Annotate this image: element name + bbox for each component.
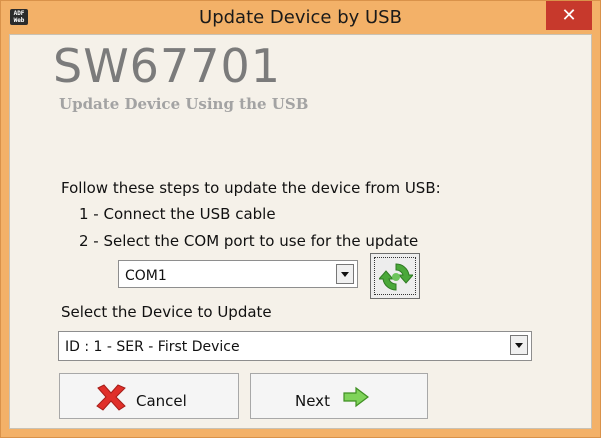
com-port-value: COM1 <box>125 268 167 284</box>
window-title: Update Device by USB <box>199 7 402 28</box>
next-button[interactable]: Next <box>250 373 428 419</box>
device-select-value: ID : 1 - SER - First Device <box>65 339 240 355</box>
device-select-label: Select the Device to Update <box>61 303 272 321</box>
product-subtitle: Update Device Using the USB <box>59 95 309 113</box>
cancel-button[interactable]: Cancel <box>59 373 239 419</box>
red-x-icon <box>96 384 126 411</box>
com-port-select[interactable]: COM1 <box>118 260 358 288</box>
step-1-text: 1 - Connect the USB cable <box>79 205 276 223</box>
next-button-label: Next <box>295 392 330 410</box>
chevron-down-icon[interactable] <box>336 264 354 284</box>
cancel-button-label: Cancel <box>136 392 187 410</box>
product-name: SW67701 <box>53 39 282 93</box>
close-icon: ✕ <box>561 5 577 26</box>
steps-intro: Follow these steps to update the device … <box>61 179 441 197</box>
close-button[interactable]: ✕ <box>546 1 592 30</box>
chevron-down-icon[interactable] <box>510 335 528 355</box>
device-select[interactable]: ID : 1 - SER - First Device <box>58 331 532 361</box>
green-arrow-icon <box>343 386 369 408</box>
refresh-com-ports-button[interactable] <box>370 253 420 299</box>
update-device-window: ADF Web Update Device by USB ✕ SW67701 U… <box>0 0 601 438</box>
step-2-text: 2 - Select the COM port to use for the u… <box>79 232 419 250</box>
refresh-icon <box>379 263 413 291</box>
title-bar[interactable]: ADF Web Update Device by USB ✕ <box>1 1 600 35</box>
